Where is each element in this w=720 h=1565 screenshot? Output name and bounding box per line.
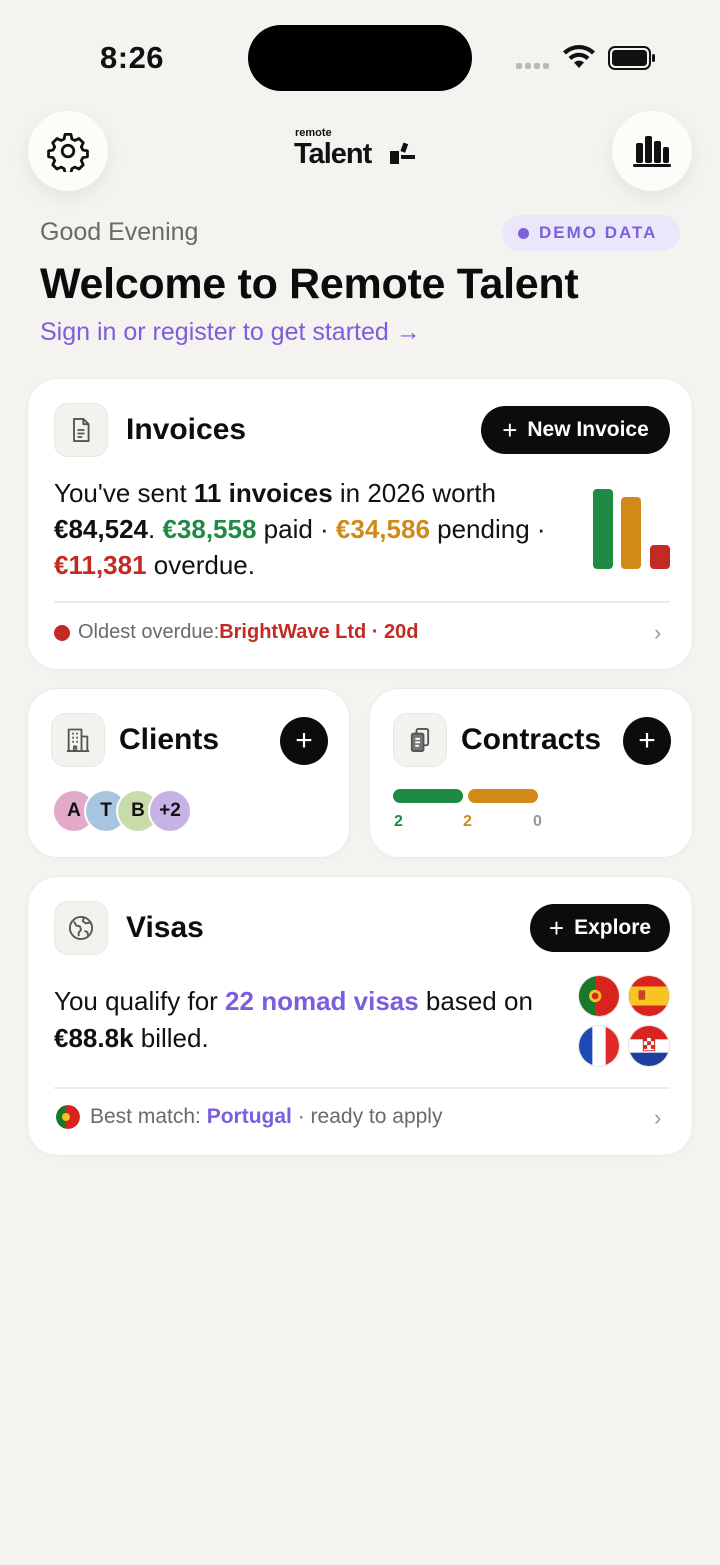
avatar-more: +2 [148,789,192,833]
paid-bar [593,489,613,569]
add-contract-button[interactable]: + [623,717,671,765]
explore-button[interactable]: + Explore [530,904,670,952]
clients-icon-tile [51,713,105,767]
stats-button[interactable] [612,111,692,191]
invoices-summary: You've sent 11 invoices in 2026 worth €8… [54,478,546,580]
dynamic-island [248,25,472,91]
chevron-right-icon: › [654,1105,662,1130]
visas-summary: You qualify for 22 nomad visas based on … [54,986,533,1053]
clients-card[interactable]: Clients + A T B +2 [27,688,350,858]
client-avatars: A T B +2 [52,789,192,833]
oldest-overdue-value: BrightWave Ltd · 20d [219,621,419,643]
chevron-right-icon: › [654,620,662,645]
contracts-expired-count: 0 [533,813,542,830]
croatia-flag-icon [628,1025,670,1067]
greeting-text: Good Evening [40,218,199,246]
invoices-icon-tile [54,403,108,457]
wifi-icon [563,45,595,68]
overdue-dot [54,624,70,641]
badge-label: DEMO DATA [539,223,658,242]
best-match-country: Portugal [206,1105,292,1128]
visas-card[interactable]: Visas + Explore You qualify for 22 nomad… [27,876,693,1156]
clients-title: Clients [119,723,220,756]
status-time: 8:26 [100,40,165,75]
contracts-active-bar [393,789,463,803]
portugal-flag-small-icon [56,1105,80,1129]
battery-icon [608,46,655,70]
page-title: Welcome to Remote Talent [40,260,579,308]
globe-icon [68,915,94,941]
oldest-overdue-label: Oldest overdue: [78,621,220,643]
contracts-title: Contracts [461,723,602,756]
bar-chart-icon [633,136,671,167]
visas-title: Visas [126,911,204,944]
clipboard-icon [410,727,430,753]
signin-link[interactable]: Sign in or register to get started → [40,318,421,347]
best-match-suffix: · ready to apply [291,1105,443,1128]
cellular-signal-icon [516,63,549,69]
best-match-label: Best match: [90,1105,207,1128]
document-icon [73,417,90,443]
oldest-overdue-row[interactable]: Oldest overdue: BrightWave Ltd · 20d [54,621,418,644]
visas-icon-tile [54,901,108,955]
pending-bar [621,497,641,569]
spain-flag-icon [628,975,670,1017]
france-flag-icon [578,1025,620,1067]
settings-button[interactable] [28,111,108,191]
invoices-title: Invoices [126,413,247,446]
contracts-active-count: 2 [394,813,403,830]
portugal-flag-icon [578,975,620,1017]
new-invoice-button[interactable]: + New Invoice [481,406,670,454]
new-invoice-label: New Invoice [527,418,649,441]
overdue-bar [650,545,670,569]
contracts-card[interactable]: Contracts + 2 2 0 [369,688,693,858]
logo-mark-icon [390,142,415,164]
demo-data-badge: DEMO DATA [502,215,680,251]
explore-label: Explore [574,916,652,939]
contracts-icon-tile [393,713,447,767]
best-match-row[interactable]: Best match: Portugal · ready to apply [56,1105,442,1129]
badge-dot [518,227,529,239]
gear-icon [47,132,89,172]
plus-icon: + [548,913,565,943]
invoices-divider [54,601,670,603]
building-icon [66,728,90,753]
invoices-card[interactable]: Invoices + New Invoice You've sent 11 in… [27,378,693,670]
contracts-pending-count: 2 [463,813,472,830]
plus-icon: + [502,415,518,445]
contracts-pending-bar [468,789,538,803]
visas-divider [54,1087,670,1089]
add-client-button[interactable]: + [280,717,328,765]
